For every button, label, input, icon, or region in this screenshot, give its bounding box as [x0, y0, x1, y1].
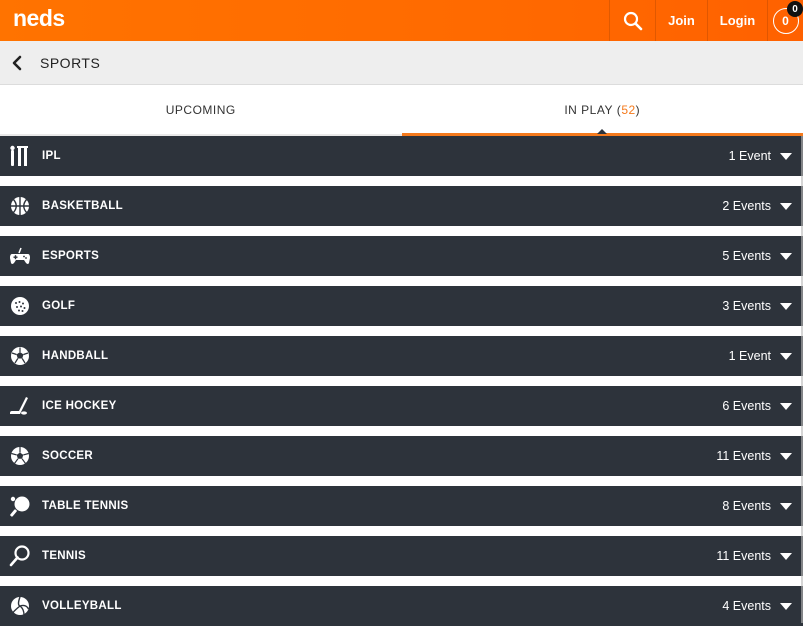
sport-name: SOCCER [42, 450, 93, 462]
tennis-racket-icon [0, 536, 40, 576]
sport-name: BASKETBALL [42, 200, 123, 212]
chevron-left-icon [11, 55, 23, 71]
tab-label: IN PLAY [564, 103, 613, 117]
golf-ball-icon [0, 286, 40, 326]
cricket-icon [0, 136, 40, 176]
caret-down-icon [780, 153, 792, 160]
tab-upcoming[interactable]: UPCOMING [0, 86, 402, 136]
sport-row-soccer[interactable]: SOCCER 11 Events [0, 436, 803, 476]
join-button[interactable]: Join [655, 0, 707, 41]
sports-subheader: SPORTS [0, 41, 803, 85]
caret-down-icon [780, 353, 792, 360]
sport-name: ESPORTS [42, 250, 99, 262]
caret-down-icon [780, 553, 792, 560]
sport-row-tennis[interactable]: TENNIS 11 Events [0, 536, 803, 576]
basketball-icon [0, 186, 40, 226]
event-count: 8 Events [722, 499, 771, 513]
header-actions: Join Login 0 0 [609, 0, 803, 41]
tab-bar: UPCOMING IN PLAY (52) [0, 86, 803, 136]
event-count: 2 Events [722, 199, 771, 213]
search-button[interactable] [609, 0, 655, 41]
event-count: 6 Events [722, 399, 771, 413]
sport-name: IPL [42, 150, 61, 162]
sport-row-handball[interactable]: HANDBALL 1 Event [0, 336, 803, 376]
event-count: 1 Event [729, 149, 771, 163]
sport-name: TABLE TENNIS [42, 500, 128, 512]
sport-row-esports[interactable]: ESPORTS 5 Events [0, 236, 803, 276]
in-play-count: 52 [621, 103, 635, 117]
sport-row-golf[interactable]: GOLF 3 Events [0, 286, 803, 326]
back-button[interactable] [0, 41, 34, 85]
event-count: 11 Events [716, 549, 771, 563]
gamepad-icon [0, 236, 40, 276]
handball-icon [0, 336, 40, 376]
event-count: 5 Events [722, 249, 771, 263]
caret-down-icon [780, 403, 792, 410]
page-title: SPORTS [40, 55, 100, 71]
sport-row-table-tennis[interactable]: TABLE TENNIS 8 Events [0, 486, 803, 526]
event-count: 11 Events [716, 449, 771, 463]
caret-down-icon [780, 303, 792, 310]
sport-name: HANDBALL [42, 350, 108, 362]
event-count: 3 Events [722, 299, 771, 313]
caret-down-icon [780, 503, 792, 510]
login-button[interactable]: Login [707, 0, 767, 41]
top-header: neds Join Login 0 0 [0, 0, 803, 41]
hockey-stick-icon [0, 386, 40, 426]
caret-down-icon [780, 453, 792, 460]
sport-name: TENNIS [42, 550, 86, 562]
sport-row-basketball[interactable]: BASKETBALL 2 Events [0, 186, 803, 226]
betslip-button[interactable]: 0 0 [767, 0, 803, 41]
event-count: 4 Events [722, 599, 771, 613]
caret-down-icon [780, 603, 792, 610]
sport-row-ice-hockey[interactable]: ICE HOCKEY 6 Events [0, 386, 803, 426]
tab-in-play[interactable]: IN PLAY (52) [402, 86, 803, 136]
tab-label: UPCOMING [166, 103, 236, 117]
sport-row-ipl[interactable]: IPL 1 Event [0, 136, 803, 176]
caret-down-icon [780, 253, 792, 260]
sport-row-volleyball[interactable]: VOLLEYBALL 4 Events [0, 586, 803, 626]
sport-name: GOLF [42, 300, 75, 312]
event-count: 1 Event [729, 349, 771, 363]
sport-name: ICE HOCKEY [42, 400, 117, 412]
search-icon [623, 11, 643, 31]
betslip-badge: 0 [787, 1, 803, 17]
sports-list: IPL 1 Event BASKETBALL 2 Events ESPORTS [0, 136, 803, 636]
table-tennis-icon [0, 486, 40, 526]
volleyball-icon [0, 586, 40, 626]
soccer-ball-icon [0, 436, 40, 476]
neds-logo[interactable]: neds [13, 5, 65, 32]
caret-down-icon [780, 203, 792, 210]
sport-name: VOLLEYBALL [42, 600, 122, 612]
